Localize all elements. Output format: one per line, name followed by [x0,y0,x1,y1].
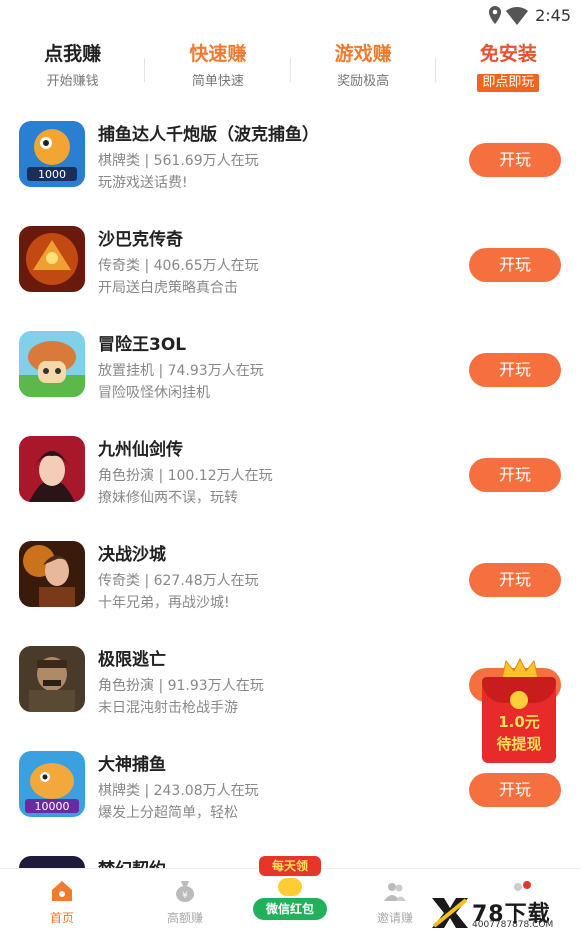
tab-title: 免安装 [479,43,537,65]
packet-label: 待提现 [496,735,542,753]
category-tabs: 点我赚 开始赚钱 快速赚 简单快速 游戏赚 奖励极高 免安装 即点即玩 [0,42,581,102]
game-icon-fish-god: 10000 [19,751,85,817]
game-icon-fish: 1000 [19,121,85,187]
coin-icon [510,691,528,709]
game-meta: 传奇类 | 406.65万人在玩 [98,258,259,274]
game-meta: 棋牌类 | 243.08万人在玩 [98,783,259,799]
wifi-icon [505,5,529,31]
wechat-red-packet-button[interactable]: 每天领 微信红包 [251,856,329,924]
game-name: 大神捕鱼 [98,755,166,775]
nav-home[interactable]: 首页 [12,869,112,931]
tab-fast-earn[interactable]: 快速赚 简单快速 [145,42,291,102]
svg-text:10000: 10000 [35,800,70,813]
play-button[interactable]: 开玩 [469,458,561,492]
tab-subtitle: 开始赚钱 [46,74,99,89]
game-name: 九州仙剑传 [98,440,183,460]
status-time: 2:45 [535,6,571,25]
game-meta: 角色扮演 | 91.93万人在玩 [98,678,264,694]
game-desc: 冒险吸怪休闲挂机 [98,385,210,401]
play-button[interactable]: 开玩 [469,353,561,387]
game-name: 冒险王3OL [98,335,187,355]
tab-subtitle: 奖励极高 [337,74,390,89]
play-button[interactable]: 开玩 [469,143,561,177]
list-item[interactable]: 九州仙剑传 角色扮演 | 100.12万人在玩 撩妹修仙两不误，玩转 开玩 [0,425,581,530]
tab-title: 游戏赚 [334,43,392,65]
location-icon [488,5,502,31]
game-name: 决战沙城 [98,545,166,565]
nav-label: 首页 [49,911,74,925]
x-logo-icon [432,898,468,928]
floating-red-packet[interactable]: 1.0元 待提现 [476,655,562,765]
watermark-url: 4007787878.COM [472,920,554,930]
nav-high-earn[interactable]: ¥ 高额赚 [135,869,235,931]
game-icon-soldier [19,646,85,712]
game-icon-mushroom [19,331,85,397]
game-name: 沙巴克传奇 [98,230,183,250]
status-bar: 2:45 [0,0,581,34]
game-desc: 开局送白虎策略真合击 [98,280,238,296]
game-name: 捕鱼达人千炮版（波克捕鱼） [98,125,319,145]
tab-no-install[interactable]: 免安装 即点即玩 [436,42,581,102]
list-item[interactable]: 决战沙城 传奇类 | 627.48万人在玩 十年兄弟，再战沙城! 开玩 [0,530,581,635]
tab-game-earn[interactable]: 游戏赚 奖励极高 [291,42,436,102]
game-icon-fairy [19,436,85,502]
tab-subtitle: 简单快速 [191,74,244,89]
play-button[interactable]: 开玩 [469,563,561,597]
game-desc: 十年兄弟，再战沙城! [98,595,230,611]
list-item[interactable]: 冒险王3OL 放置挂机 | 74.93万人在玩 冒险吸怪休闲挂机 开玩 [0,320,581,425]
coin-icon [278,878,302,896]
game-meta: 传奇类 | 627.48万人在玩 [98,573,259,589]
packet-amount: 1.0元 [498,713,540,731]
nav-label: 高额赚 [166,911,203,925]
game-icon-warrior [19,541,85,607]
site-watermark: 78下载 4007787878.COM [430,896,581,930]
people-icon [384,883,406,901]
tab-title: 点我赚 [44,43,102,65]
tab-click-earn[interactable]: 点我赚 开始赚钱 [0,42,146,102]
svg-text:1000: 1000 [38,168,66,181]
game-meta: 棋牌类 | 561.69万人在玩 [98,153,259,169]
game-name: 极限逃亡 [98,650,166,670]
daily-badge: 每天领 [259,856,321,876]
wechat-red-packet-label: 微信红包 [253,898,327,920]
game-meta: 角色扮演 | 100.12万人在玩 [98,468,273,484]
play-button[interactable]: 开玩 [469,248,561,282]
game-list: 1000 捕鱼达人千炮版（波克捕鱼） 棋牌类 | 561.69万人在玩 玩游戏送… [0,110,581,950]
home-icon [52,881,72,901]
tab-title: 快速赚 [189,43,247,65]
money-bag-icon: ¥ [176,881,194,902]
play-button[interactable]: 开玩 [469,773,561,807]
svg-text:¥: ¥ [182,891,188,901]
game-meta: 放置挂机 | 74.93万人在玩 [98,363,264,379]
tab-subtitle-badge: 即点即玩 [477,74,540,92]
game-desc: 玩游戏送话费! [98,175,188,191]
game-desc: 末日混沌射击枪战手游 [98,700,238,716]
list-item[interactable]: 沙巴克传奇 传奇类 | 406.65万人在玩 开局送白虎策略真合击 开玩 [0,215,581,320]
game-desc: 撩妹修仙两不误，玩转 [98,490,238,506]
list-item[interactable]: 1000 捕鱼达人千炮版（波克捕鱼） 棋牌类 | 561.69万人在玩 玩游戏送… [0,110,581,215]
game-desc: 爆发上分超简单，轻松 [98,805,238,821]
game-icon-dragon [19,226,85,292]
